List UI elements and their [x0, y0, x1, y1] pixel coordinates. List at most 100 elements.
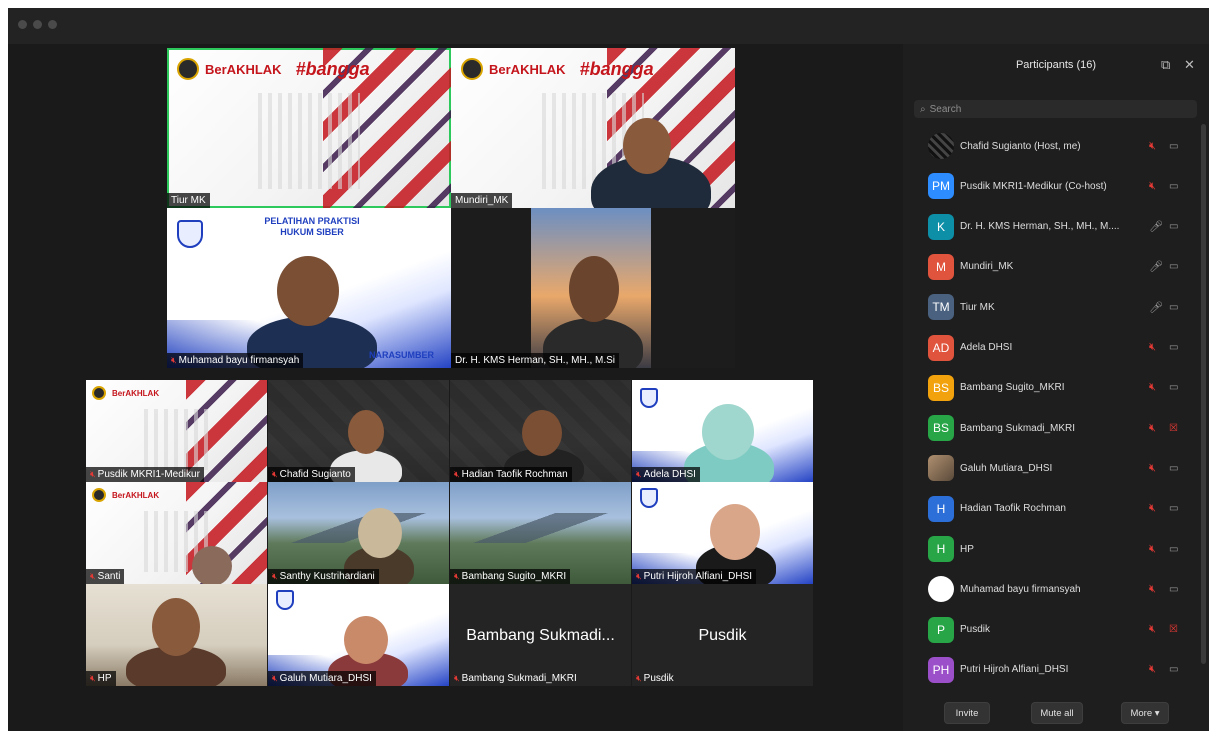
participant-row[interactable]: Galuh Mutiara_DHSI 🔇︎ ▭ — [903, 448, 1199, 488]
maximize-window-button[interactable] — [48, 20, 57, 29]
video-tile[interactable]: BerAKHLAK #bangga Tiur MK — [167, 48, 451, 208]
participant-name: Pusdik — [960, 624, 991, 636]
participant-row[interactable]: BS Bambang Sugito_MKRI 🔇︎ ▭ — [903, 368, 1199, 408]
video-tile[interactable]: 🔇︎ Galuh Mutiara_DHSI — [268, 584, 449, 686]
camera-off-icon[interactable]: ☒ — [1169, 423, 1178, 434]
panel-footer: Invite Mute all More ▾ — [903, 694, 1209, 731]
video-tile[interactable]: BerAKHLAK #bangga Mundiri_MK — [451, 48, 735, 208]
video-tile[interactable]: 🔇︎ HP — [86, 584, 267, 686]
mic-muted-icon[interactable]: 🔇︎ — [1149, 623, 1156, 636]
mic-muted-icon[interactable]: 🔇︎ — [1149, 583, 1156, 596]
participant-head — [192, 546, 232, 584]
camera-icon[interactable]: ▭ — [1169, 664, 1178, 675]
mic-icon[interactable]: 🎤︎ — [1149, 301, 1163, 314]
tile-name: Adela DHSI — [643, 469, 696, 480]
shield-logo-icon — [640, 388, 658, 408]
video-tile[interactable]: PELATIHAN PRAKTISI HUKUM SIBER NARASUMBE… — [167, 208, 451, 368]
mic-muted-icon[interactable]: 🔇︎ — [1149, 502, 1156, 515]
participants-panel: Participants (16) ⧉ ✕ ⌕ Chafid Sugianto … — [903, 44, 1209, 731]
mute-all-button[interactable]: Mute all — [1031, 702, 1083, 724]
bangga-text: #bangga — [295, 58, 370, 79]
gallery-view: BerAKHLAK #bangga Tiur MK BerAKHLAK #bangg… — [8, 44, 901, 731]
participant-row[interactable]: PM Pusdik MKRI1-Medikur (Co-host) 🔇︎ ▭ — [903, 166, 1199, 206]
avatar: K — [928, 213, 954, 240]
mic-icon[interactable]: 🎤︎ — [1149, 220, 1163, 233]
camera-icon[interactable]: ▭ — [1169, 382, 1178, 393]
video-tile[interactable]: BerAKHLAK 🔇︎ Santi — [86, 482, 267, 584]
video-tile[interactable]: 🔇︎ Chafid Sugianto — [268, 380, 449, 482]
mic-muted-icon: 🔇︎ — [90, 571, 96, 581]
mic-muted-icon[interactable]: 🔇︎ — [1149, 663, 1156, 676]
participant-name: Putri Hijroh Alfiani_DHSI — [960, 664, 1069, 676]
search-box[interactable]: ⌕ — [914, 100, 1197, 118]
tile-name: Dr. H. KMS Herman, SH., MH., M.Si — [455, 355, 616, 366]
video-tile[interactable]: 🔇︎ Putri Hijroh Alfiani_DHSI — [632, 482, 813, 584]
participant-head — [522, 410, 562, 456]
tile-name: HP — [97, 673, 112, 684]
minimize-window-button[interactable] — [33, 20, 42, 29]
video-tile[interactable]: Dr. H. KMS Herman, SH., MH., M.Si — [451, 208, 735, 368]
panel-header: Participants (16) ⧉ ✕ — [903, 44, 1209, 86]
participant-head — [358, 508, 402, 558]
video-tile[interactable]: 🔇︎ Hadian Taofik Rochman — [450, 380, 631, 482]
participant-row[interactable]: H Hadian Taofik Rochman 🔇︎ ▭ — [903, 489, 1199, 529]
video-tile[interactable]: Pusdik 🔇︎ Pusdik — [632, 584, 813, 686]
participant-row[interactable]: PH Putri Hijroh Alfiani_DHSI 🔇︎ ▭ — [903, 650, 1199, 690]
camera-icon[interactable]: ▭ — [1169, 141, 1178, 152]
mic-muted-icon: 🔇︎ — [272, 571, 278, 581]
invite-button[interactable]: Invite — [944, 702, 990, 724]
camera-icon[interactable]: ▭ — [1169, 302, 1178, 313]
tile-name: Hadian Taofik Rochman — [461, 469, 568, 480]
mic-icon[interactable]: 🎤︎ — [1149, 260, 1163, 273]
camera-icon[interactable]: ▭ — [1169, 463, 1178, 474]
mic-muted-icon[interactable]: 🔇︎ — [1149, 462, 1156, 475]
mic-muted-icon[interactable]: 🔇︎ — [1149, 341, 1156, 354]
mic-muted-icon[interactable]: 🔇︎ — [1149, 422, 1156, 435]
camera-icon[interactable]: ▭ — [1169, 584, 1178, 595]
participant-row[interactable]: P Pusdik 🔇︎ ☒ — [903, 610, 1199, 650]
slide-title: PELATIHAN PRAKTISI HUKUM SIBER — [264, 216, 360, 238]
tile-name-label: 🔇︎ Bambang Sukmadi_MKRI — [450, 671, 581, 686]
mic-muted-icon[interactable]: 🔇︎ — [1149, 543, 1156, 556]
video-tile[interactable]: 🔇︎ Adela DHSI — [632, 380, 813, 482]
avatar: AD — [928, 334, 954, 361]
participant-row[interactable]: Muhamad bayu firmansyah 🔇︎ ▭ — [903, 569, 1199, 609]
camera-icon[interactable]: ▭ — [1169, 261, 1178, 272]
mic-muted-icon: 🔇︎ — [636, 571, 642, 581]
video-tile[interactable]: 🔇︎ Santhy Kustrihardiani — [268, 482, 449, 584]
participant-row[interactable]: BS Bambang Sukmadi_MKRI 🔇︎ ☒ — [903, 408, 1199, 448]
mic-muted-icon: 🔇︎ — [171, 355, 177, 365]
more-button[interactable]: More ▾ — [1121, 702, 1169, 724]
tile-name-label: 🔇︎ Santi — [86, 569, 125, 584]
pop-out-icon[interactable]: ⧉ — [1161, 57, 1170, 73]
tile-name-label: 🔇︎ Adela DHSI — [632, 467, 700, 482]
camera-off-icon[interactable]: ☒ — [1169, 624, 1178, 635]
camera-icon[interactable]: ▭ — [1169, 221, 1178, 232]
participant-row[interactable]: M Mundiri_MK 🎤︎ ▭ — [903, 247, 1199, 287]
tile-center-name: Pusdik — [698, 626, 747, 644]
video-tile[interactable]: BerAKHLAK 🔇︎ Pusdik MKRI1-Medikur — [86, 380, 267, 482]
close-window-button[interactable] — [18, 20, 27, 29]
close-icon[interactable]: ✕ — [1184, 57, 1195, 73]
camera-icon[interactable]: ▭ — [1169, 544, 1178, 555]
camera-icon[interactable]: ▭ — [1169, 503, 1178, 514]
participant-row[interactable]: H HP 🔇︎ ▭ — [903, 529, 1199, 569]
participant-name: Bambang Sugito_MKRI — [960, 382, 1065, 394]
garuda-emblem-icon — [461, 58, 483, 80]
participant-row[interactable]: K Dr. H. KMS Herman, SH., MH., M.... 🎤︎ ▭ — [903, 207, 1199, 247]
video-tile[interactable]: Bambang Sukmadi... 🔇︎ Bambang Sukmadi_MKR… — [450, 584, 631, 686]
camera-icon[interactable]: ▭ — [1169, 342, 1178, 353]
brand-text: BerAKHLAK — [112, 388, 160, 398]
scrollbar[interactable] — [1201, 124, 1206, 664]
mic-muted-icon[interactable]: 🔇︎ — [1149, 381, 1156, 394]
mic-muted-icon[interactable]: 🔇︎ — [1149, 180, 1156, 193]
participant-row[interactable]: AD Adela DHSI 🔇︎ ▭ — [903, 328, 1199, 368]
participant-row[interactable]: TM Tiur MK 🎤︎ ▭ — [903, 287, 1199, 327]
tile-name-label: 🔇︎ Hadian Taofik Rochman — [450, 467, 572, 482]
participant-row[interactable]: Chafid Sugianto (Host, me) 🔇︎ ▭ — [903, 126, 1199, 166]
camera-icon[interactable]: ▭ — [1169, 181, 1178, 192]
tile-name: Chafid Sugianto — [279, 469, 351, 480]
mic-muted-icon[interactable]: 🔇︎ — [1149, 140, 1156, 153]
video-tile[interactable]: 🔇︎ Bambang Sugito_MKRI — [450, 482, 631, 584]
search-input[interactable] — [929, 103, 1170, 115]
